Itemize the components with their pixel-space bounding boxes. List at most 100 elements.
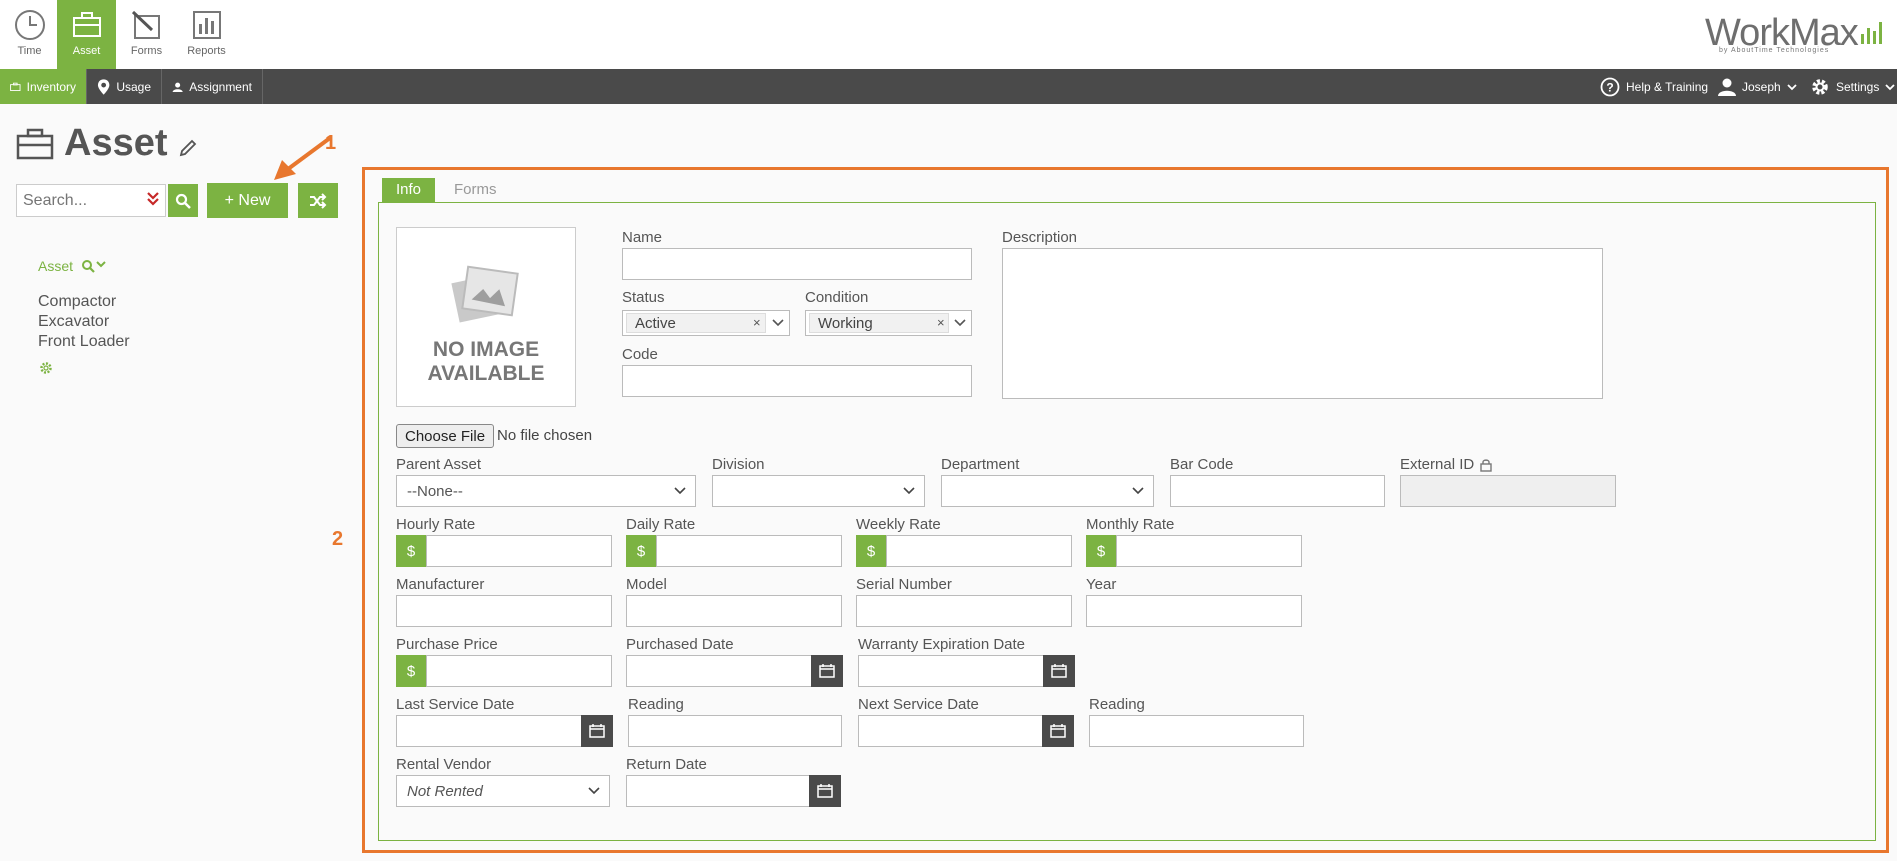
- asset-image-placeholder[interactable]: NO IMAGE AVAILABLE: [396, 227, 576, 407]
- manufacturer-input[interactable]: [396, 595, 612, 627]
- search-button[interactable]: [168, 184, 198, 217]
- double-chevron-down-icon[interactable]: [147, 191, 159, 207]
- remove-x-icon[interactable]: ×: [753, 315, 761, 330]
- shuffle-icon: [310, 192, 327, 209]
- bar-code-input[interactable]: [1170, 475, 1385, 507]
- clock-icon: [14, 10, 45, 40]
- remove-x-icon[interactable]: ×: [937, 315, 945, 330]
- chevron-down-icon: [903, 487, 915, 495]
- last-service-date-input[interactable]: [396, 715, 582, 747]
- name-label: Name: [622, 229, 663, 246]
- calendar-icon: [819, 664, 835, 678]
- chevron-down-icon: [1132, 487, 1144, 495]
- tab-info[interactable]: Info: [382, 178, 436, 202]
- logo-bars-icon: [1861, 22, 1882, 44]
- calendar-button[interactable]: [811, 655, 843, 687]
- purchase-price-label: Purchase Price: [396, 636, 498, 653]
- user-name: Joseph: [1742, 79, 1781, 94]
- parent-asset-select[interactable]: --None--: [396, 475, 696, 507]
- no-image-line2: AVAILABLE: [427, 362, 545, 385]
- daily-rate-input[interactable]: [656, 535, 842, 567]
- nav-usage[interactable]: Usage: [87, 69, 162, 104]
- calendar-button[interactable]: [581, 715, 613, 747]
- model-input[interactable]: [626, 595, 842, 627]
- monthly-rate-input[interactable]: [1116, 535, 1302, 567]
- weekly-rate-input[interactable]: [886, 535, 1072, 567]
- parent-asset-label: Parent Asset: [396, 456, 482, 473]
- search-input[interactable]: [17, 185, 135, 216]
- rental-vendor-label: Rental Vendor: [396, 756, 492, 773]
- nav-assignment[interactable]: Assignment: [162, 69, 263, 104]
- reports-icon: [192, 11, 221, 39]
- calendar-button[interactable]: [1042, 715, 1074, 747]
- description-textarea[interactable]: [1002, 248, 1603, 399]
- app-tab-forms[interactable]: Forms: [117, 0, 176, 69]
- choose-file-button[interactable]: Choose File: [396, 424, 495, 448]
- app-tab-time[interactable]: Time: [0, 0, 59, 69]
- user-icon: [1718, 78, 1736, 96]
- purchased-date-input[interactable]: [626, 655, 812, 687]
- hourly-rate-label: Hourly Rate: [396, 516, 476, 533]
- calendar-icon: [1051, 664, 1067, 678]
- department-label: Department: [941, 456, 1020, 473]
- file-status-text: No file chosen: [497, 427, 593, 444]
- forms-icon: [131, 10, 160, 39]
- calendar-button[interactable]: [809, 775, 841, 807]
- app-tab-label: Time: [17, 45, 42, 57]
- app-tab-asset[interactable]: Asset: [57, 0, 116, 69]
- tree-item-compactor[interactable]: Compactor: [38, 293, 116, 311]
- nav-label: Usage: [116, 79, 151, 94]
- search-icon: [175, 193, 191, 209]
- tree-item-excavator[interactable]: Excavator: [38, 313, 109, 331]
- reading-input-2[interactable]: [1089, 715, 1304, 747]
- help-label: Help & Training: [1626, 79, 1709, 94]
- asset-tree-root[interactable]: Asset: [38, 258, 107, 274]
- user-menu[interactable]: Joseph: [1718, 69, 1797, 104]
- no-image-text: NO IMAGE AVAILABLE: [397, 338, 575, 386]
- tab-forms[interactable]: Forms: [440, 178, 511, 202]
- gear-icon: [1812, 78, 1828, 95]
- search-field[interactable]: [16, 184, 166, 217]
- nav-inventory[interactable]: Inventory: [0, 69, 87, 104]
- serial-number-input[interactable]: [856, 595, 1072, 627]
- chevron-down-icon: [772, 319, 784, 327]
- condition-select[interactable]: Working ×: [805, 310, 972, 336]
- tree-item-front-loader[interactable]: Front Loader: [38, 333, 130, 351]
- purchase-price-input[interactable]: [426, 655, 612, 687]
- chevron-down-icon: [588, 787, 600, 795]
- daily-rate-label: Daily Rate: [626, 516, 696, 533]
- gear-icon[interactable]: [39, 361, 53, 375]
- condition-tag: Working: [809, 313, 949, 333]
- svg-text:?: ?: [1606, 80, 1613, 94]
- shuffle-button[interactable]: [298, 183, 338, 218]
- workmax-logo: WorkMax by AboutTime Technologies: [1705, 12, 1885, 56]
- reading-input[interactable]: [628, 715, 842, 747]
- rental-vendor-select[interactable]: Not Rented: [396, 775, 610, 807]
- help-icon: ?: [1600, 77, 1620, 96]
- department-select[interactable]: [941, 475, 1154, 507]
- calendar-button[interactable]: [1043, 655, 1075, 687]
- app-tab-reports[interactable]: Reports: [177, 0, 236, 69]
- bar-code-label: Bar Code: [1170, 456, 1234, 473]
- chevron-down-icon: [1787, 83, 1797, 90]
- no-image-line1: NO IMAGE: [432, 338, 540, 361]
- year-label: Year: [1086, 576, 1117, 593]
- settings-menu[interactable]: Settings: [1810, 69, 1895, 104]
- warranty-expiration-input[interactable]: [858, 655, 1044, 687]
- briefcase-icon: [16, 128, 54, 159]
- hourly-rate-input[interactable]: [426, 535, 612, 567]
- briefcase-icon: [72, 12, 101, 37]
- help-training-link[interactable]: ? Help & Training: [1600, 69, 1708, 104]
- manufacturer-label: Manufacturer: [396, 576, 485, 593]
- search-filter-icon[interactable]: [81, 259, 107, 273]
- app-tab-label: Reports: [187, 45, 226, 57]
- code-input[interactable]: [622, 365, 972, 397]
- new-asset-button[interactable]: + New: [207, 183, 288, 218]
- return-date-input[interactable]: [626, 775, 810, 807]
- name-input[interactable]: [622, 248, 972, 280]
- next-service-date-input[interactable]: [858, 715, 1043, 747]
- status-select[interactable]: Active ×: [622, 310, 790, 336]
- edit-pencil-icon[interactable]: [178, 138, 198, 158]
- year-input[interactable]: [1086, 595, 1302, 627]
- division-select[interactable]: [712, 475, 925, 507]
